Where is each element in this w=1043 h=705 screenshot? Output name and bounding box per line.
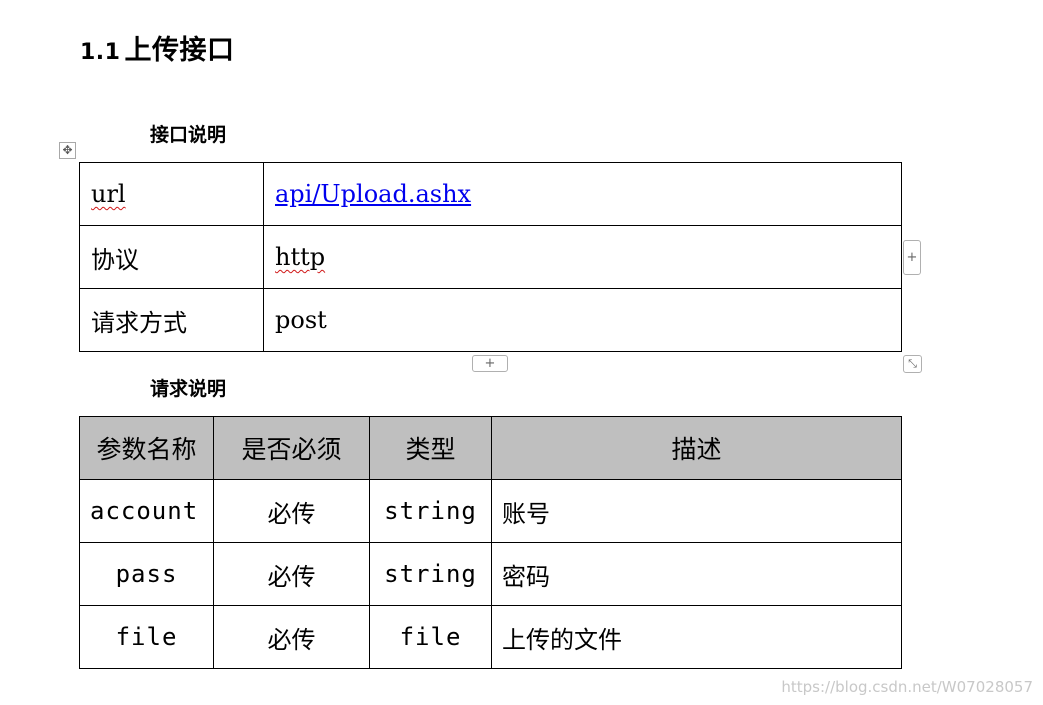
required-cell[interactable]: 必传 (213, 605, 370, 669)
type-cell[interactable]: string (369, 479, 492, 543)
required-cell[interactable]: 必传 (213, 479, 370, 543)
watermark: https://blog.csdn.net/W07028057 (781, 678, 1033, 696)
column-header[interactable]: 类型 (369, 416, 492, 480)
column-header[interactable]: 参数名称 (79, 416, 214, 480)
table-row: account 必传 string 账号 (79, 479, 902, 543)
plus-icon: + (906, 250, 918, 265)
plus-icon: + (484, 356, 496, 371)
request-subheading: 请求说明 (150, 378, 227, 400)
table-cell-key[interactable]: 请求方式 (79, 288, 264, 352)
column-header[interactable]: 描述 (491, 416, 902, 480)
param-name-cell[interactable]: file (79, 605, 214, 669)
table-row: pass 必传 string 密码 (79, 542, 902, 606)
description-cell[interactable]: 密码 (491, 542, 902, 606)
param-name-cell[interactable]: pass (79, 542, 214, 606)
description-cell[interactable]: 账号 (491, 479, 902, 543)
section-title: 上传接口 (124, 35, 235, 66)
add-column-button[interactable]: + (903, 240, 921, 275)
table-header-row: 参数名称 是否必须 类型 描述 (79, 416, 902, 480)
table-cell-value[interactable]: http (263, 225, 902, 289)
interface-table: url api/Upload.ashx 协议 http 请求方式 post (79, 162, 902, 352)
type-cell[interactable]: file (369, 605, 492, 669)
table-row: 协议 http (79, 225, 902, 289)
table-row: 请求方式 post (79, 288, 902, 352)
table-row: file 必传 file 上传的文件 (79, 605, 902, 669)
table-cell-value[interactable]: post (263, 288, 902, 352)
resize-diagonal-icon[interactable]: ⤡ (903, 355, 922, 373)
param-name-cell[interactable]: account (79, 479, 214, 543)
table-cell-key[interactable]: 协议 (79, 225, 264, 289)
description-cell[interactable]: 上传的文件 (491, 605, 902, 669)
table-cell-key[interactable]: url (79, 162, 264, 226)
column-header[interactable]: 是否必须 (213, 416, 370, 480)
request-table: 参数名称 是否必须 类型 描述 account 必传 string 账号 pas… (79, 416, 902, 669)
add-row-button[interactable]: + (472, 355, 508, 372)
section-heading: 1.1 上传接口 (80, 28, 234, 67)
move-arrows-icon[interactable]: ✥ (59, 142, 76, 159)
interface-subheading: 接口说明 (150, 124, 227, 146)
required-cell[interactable]: 必传 (213, 542, 370, 606)
type-cell[interactable]: string (369, 542, 492, 606)
table-row: url api/Upload.ashx (79, 162, 902, 226)
url-link[interactable]: api/Upload.ashx (275, 180, 471, 208)
section-number: 1.1 (80, 40, 121, 65)
table-cell-value[interactable]: api/Upload.ashx (263, 162, 902, 226)
